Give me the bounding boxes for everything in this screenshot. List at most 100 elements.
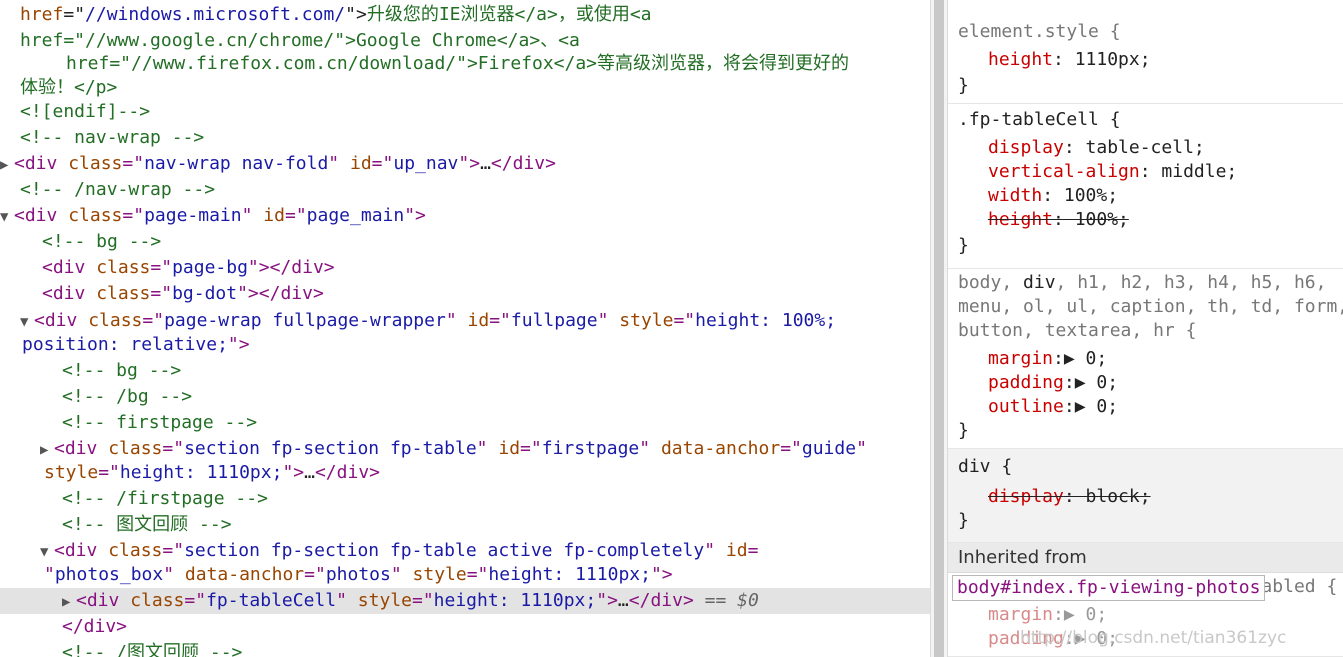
- css-rule-line[interactable]: div {: [958, 455, 1012, 479]
- dom-token: =": [673, 310, 696, 331]
- css-token: :▶ 0;: [1053, 348, 1108, 369]
- elements-dom-tree[interactable]: href="//windows.microsoft.com/">升级您的IE浏览…: [0, 0, 930, 657]
- expand-triangle-icon[interactable]: ▶: [0, 152, 14, 178]
- dom-token: section fp-section fp-table: [184, 438, 477, 459]
- css-token: }: [958, 420, 969, 441]
- dom-token: …: [480, 153, 491, 174]
- dom-node-line[interactable]: </div>: [0, 614, 930, 640]
- dom-token: //windows.microsoft.com/: [85, 4, 346, 25]
- dom-token: <!-- /bg -->: [62, 386, 193, 407]
- dom-node-line[interactable]: <!-- bg -->: [0, 358, 930, 384]
- dom-token: height: 1110px;: [433, 590, 597, 611]
- css-rule-line[interactable]: }: [958, 234, 969, 258]
- inherited-from-header: Inherited from body#index.fp-viewing-phot…: [948, 543, 1343, 601]
- css-token: button, textarea, hr {: [958, 320, 1197, 341]
- dom-node-line[interactable]: href="//windows.microsoft.com/">升级您的IE浏览…: [0, 2, 930, 28]
- dom-token: ": [328, 153, 350, 174]
- dom-node-selected[interactable]: ▶ <div class="fp-tableCell" style="height…: [0, 588, 930, 614]
- css-token: }: [958, 235, 969, 256]
- css-rule-line[interactable]: element.style {: [958, 20, 1121, 44]
- dom-node-line[interactable]: <!-- /图文回顾 -->: [0, 640, 930, 657]
- css-token: : block;: [1063, 486, 1151, 507]
- css-rule-line[interactable]: body, div, h1, h2, h3, h4, h5, h6,: [958, 271, 1326, 295]
- collapse-triangle-icon[interactable]: ▼: [0, 204, 14, 230]
- dom-token: ">: [282, 462, 305, 483]
- dom-token: =": [371, 153, 394, 174]
- dom-token: =": [520, 438, 542, 459]
- css-rule-block[interactable]: div { display: block;}: [948, 449, 1343, 543]
- dom-token: id: [725, 540, 748, 561]
- expand-triangle-icon[interactable]: ▶: [62, 589, 76, 615]
- css-token: : table-cell;: [1063, 137, 1205, 158]
- dom-node-line[interactable]: position: relative;">: [0, 332, 930, 358]
- dom-token: height: 1110px;: [119, 462, 283, 483]
- dom-token: position: relative;: [22, 334, 228, 355]
- css-token: width: [988, 185, 1043, 206]
- dom-node-line[interactable]: <div class="page-bg"></div>: [0, 255, 930, 281]
- dom-token: class: [108, 438, 163, 459]
- dom-node-line[interactable]: <!-- /bg -->: [0, 384, 930, 410]
- dom-node-line[interactable]: ▼ <div class="page-main" id="page_main">: [0, 203, 930, 229]
- dom-node-line[interactable]: <!-- firstpage -->: [0, 410, 930, 436]
- dom-node-line[interactable]: ▶ <div class="section fp-section fp-table…: [0, 436, 930, 462]
- css-rule-line[interactable]: display: block;: [988, 485, 1151, 509]
- panel-splitter[interactable]: [930, 0, 948, 657]
- styles-pane[interactable]: element.style {height: 1110px;} .fp-table…: [948, 0, 1343, 657]
- dom-node-line[interactable]: ▶ <div class="nav-wrap nav-fold" id="up_n…: [0, 151, 930, 177]
- dom-node-line[interactable]: style="height: 1110px;">…</div>: [0, 460, 930, 486]
- dom-node-line[interactable]: <!-- bg -->: [0, 229, 930, 255]
- dom-token: 体验！</p>: [20, 77, 118, 98]
- dom-node-line[interactable]: <!-- /firstpage -->: [0, 486, 930, 512]
- dom-node-line[interactable]: <!-- nav-wrap -->: [0, 125, 930, 151]
- css-rule-line[interactable]: padding:▶ 0;: [988, 371, 1118, 395]
- dom-node-line[interactable]: href="//www.firefox.com.cn/download/">Fi…: [0, 51, 930, 77]
- dom-token: ": [390, 564, 413, 585]
- css-rule-line[interactable]: display: table-cell;: [988, 136, 1205, 160]
- css-rule-line[interactable]: menu, ol, ul, caption, th, td, form,: [958, 295, 1343, 319]
- dom-token: ">: [458, 153, 481, 174]
- dom-token: <div: [76, 590, 131, 611]
- css-token: margin: [988, 348, 1054, 369]
- dom-token: ">: [650, 564, 673, 585]
- css-token: margin: [988, 604, 1054, 625]
- css-rule-line[interactable]: }: [958, 419, 969, 443]
- dom-node-line[interactable]: <!-- /nav-wrap -->: [0, 177, 930, 203]
- css-rule-line[interactable]: }: [958, 74, 969, 98]
- dom-token: ": [597, 310, 620, 331]
- dom-node-line[interactable]: 体验！</p>: [0, 75, 930, 101]
- dom-token: id: [349, 153, 372, 174]
- css-token: display: [988, 486, 1064, 507]
- dom-token: …: [617, 590, 629, 611]
- css-token: : middle;: [1139, 161, 1238, 182]
- dom-token: ": [445, 310, 468, 331]
- css-rule-line[interactable]: outline:▶ 0;: [988, 395, 1118, 419]
- inherited-selector-link[interactable]: body#index.fp-viewing-photos: [952, 575, 1266, 601]
- css-rule-line[interactable]: }: [958, 509, 969, 533]
- css-rule-line[interactable]: .fp-tableCell {: [958, 108, 1121, 132]
- css-rule-block[interactable]: element.style { height: 1110px;}: [948, 14, 1343, 104]
- dom-token: <!-- 图文回顾 -->: [62, 514, 232, 535]
- dom-token: </div>: [62, 616, 128, 637]
- scrollbar-thumb[interactable]: [934, 0, 944, 657]
- css-rule-line[interactable]: height: 1110px;: [988, 48, 1151, 72]
- dom-token: <!-- bg -->: [62, 360, 182, 381]
- dom-node-line[interactable]: <![endif]-->: [0, 99, 930, 125]
- css-rule-line[interactable]: width: 100%;: [988, 184, 1118, 208]
- dom-token: page-main: [144, 205, 242, 226]
- dom-node-line[interactable]: ▼ <div class="page-wrap fullpage-wrapper"…: [0, 308, 930, 334]
- css-rule-line[interactable]: button, textarea, hr {: [958, 319, 1196, 343]
- dom-token: …: [304, 462, 315, 483]
- dom-token: class: [96, 283, 151, 304]
- css-rule-block[interactable]: body, div, h1, h2, h3, h4, h5, h6, menu, …: [948, 269, 1343, 449]
- css-rule-line[interactable]: height: 100%;: [988, 208, 1129, 232]
- css-rule-line[interactable]: margin:▶ 0;: [988, 603, 1107, 627]
- dom-token: fullpage: [510, 310, 598, 331]
- css-rule-line[interactable]: margin:▶ 0;: [988, 347, 1107, 371]
- dom-node-line[interactable]: <div class="bg-dot"></div>: [0, 281, 930, 307]
- dom-token: guide: [801, 438, 857, 459]
- css-rule-line[interactable]: vertical-align: middle;: [988, 160, 1237, 184]
- dom-node-line[interactable]: <!-- 图文回顾 -->: [0, 512, 930, 538]
- dom-node-line[interactable]: "photos_box" data-anchor="photos" style=…: [0, 562, 930, 588]
- css-rule-block[interactable]: .fp-tableCell { display: table-cell; verti…: [948, 104, 1343, 269]
- dom-node-line[interactable]: ▼ <div class="section fp-section fp-table…: [0, 538, 930, 564]
